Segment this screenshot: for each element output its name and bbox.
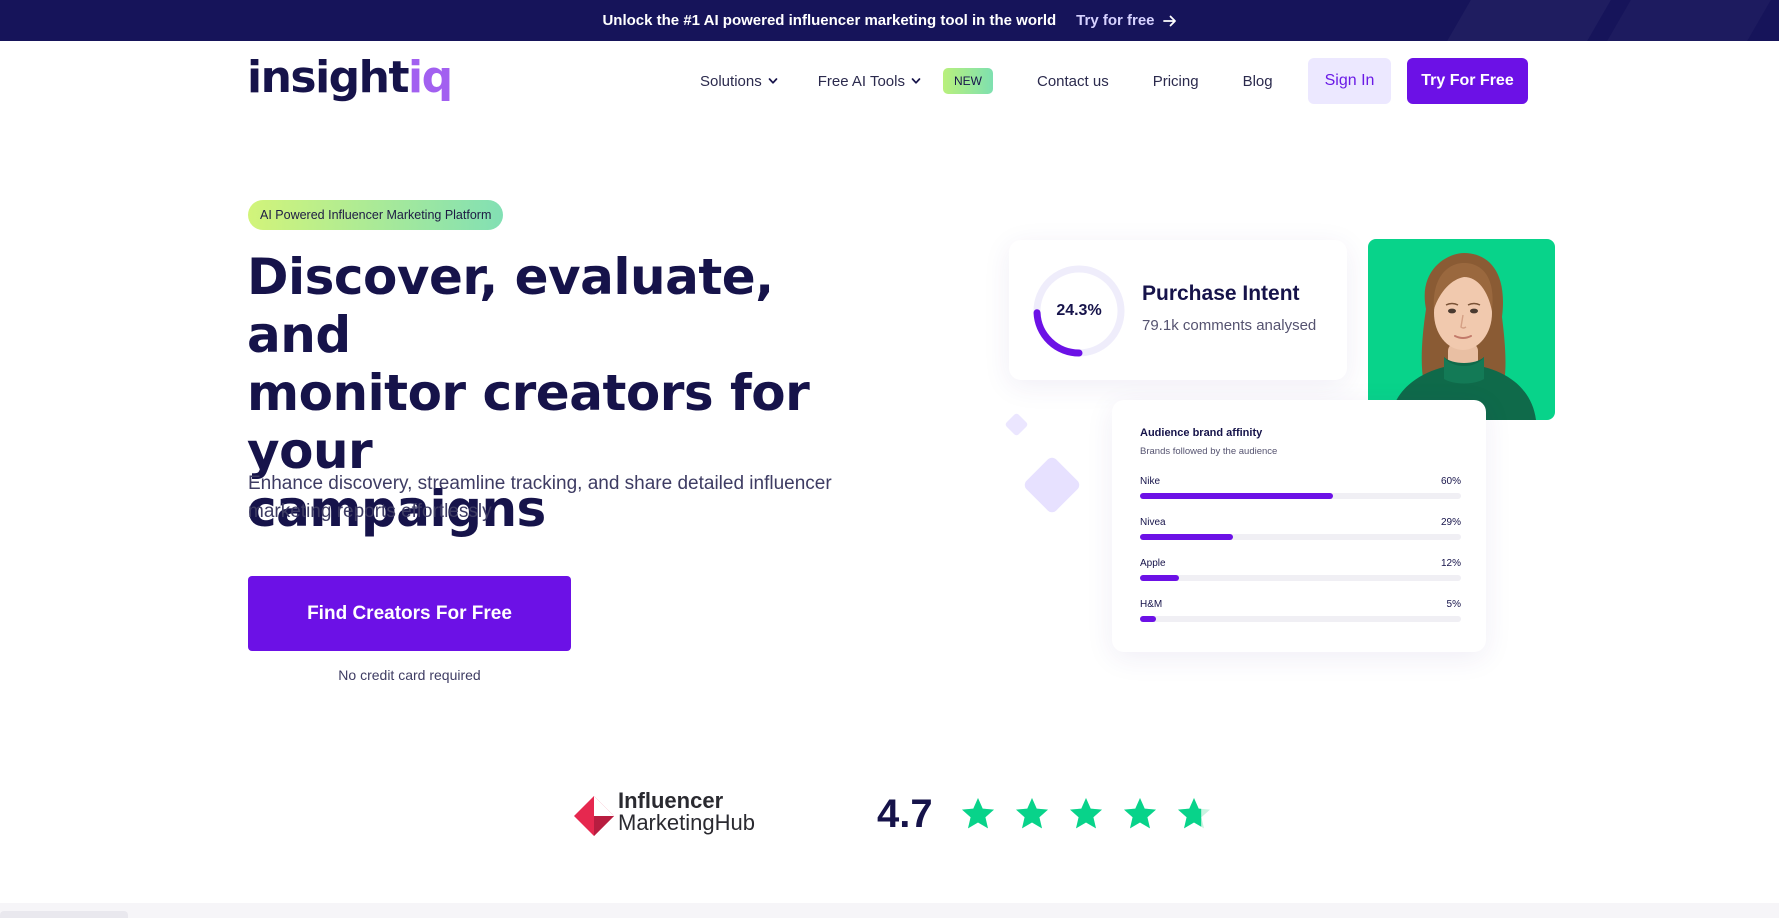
brand-bar-fill [1140,534,1234,540]
brand-bar-track [1140,493,1461,499]
brand-percentage: 29% [1440,517,1461,528]
star-icon [1016,798,1048,829]
purchase-intent-card: 24.3% Purchase Intent 79.1k comments ana… [1009,240,1347,380]
brand-bar-track [1140,616,1461,622]
chevron-down-icon [911,78,921,84]
creator-photo [1368,239,1555,420]
brand-bar-fill [1140,616,1157,622]
nav-label: Pricing [1152,72,1199,90]
sign-in-button[interactable]: Sign In [1308,58,1391,104]
nav-label: Free AI Tools [817,72,905,90]
nav-item-contact[interactable]: Contact us [1037,73,1109,90]
announcement-bar: Unlock the #1 AI powered influencer mark… [0,0,1779,41]
imh-diamond-icon [574,796,614,836]
decorative-diamond [1022,455,1082,515]
influencer-marketing-hub-logo[interactable]: Influencer MarketingHub [572,790,772,838]
nav-item-solutions[interactable]: Solutions [700,73,778,90]
brand-affinity-subtitle: Brands followed by the audience [1140,446,1278,457]
brand-name: H&M [1140,599,1163,610]
brand-bar-fill [1140,575,1179,581]
purchase-intent-ring: 24.3% [1032,264,1126,358]
brand-bar-track [1140,534,1461,540]
hero-subtext: Enhance discovery, streamline tracking, … [248,470,898,526]
rating-score: 4.7 [877,792,933,836]
imh-logo-line2: MarketingHub [618,810,755,835]
brand-percentage: 5% [1446,599,1461,610]
creator-portrait-image [1390,253,1536,420]
headline-line: monitor creators for your [247,364,810,480]
announcement-try-label: Try for free [1076,12,1155,29]
announcement-try-link[interactable]: Try for free [1076,12,1176,29]
purchase-intent-subtitle: 79.1k comments analysed [1142,317,1317,334]
star-icon [1070,798,1102,829]
subtext-line: marketing reports effortlessly [248,501,492,522]
platform-pill: AI Powered Influencer Marketing Platform [248,200,504,230]
brand-row-nivea: Nivea 29% [1140,517,1461,543]
brand-row-hm: H&M 5% [1140,599,1461,625]
new-badge: NEW [943,68,993,94]
logo-text-accent: iq [408,52,453,103]
logo-text-main: insight [247,52,410,103]
brand-name: Apple [1140,558,1166,569]
nav-item-blog[interactable]: Blog [1243,73,1273,90]
purchase-intent-value: 24.3% [1056,302,1102,319]
chevron-down-icon [768,78,778,84]
main-nav: Solutions Free AI Tools NEW Contact us P… [700,58,1273,104]
decorative-stripe [1607,0,1771,41]
nav-item-free-ai-tools[interactable]: Free AI Tools NEW [818,68,993,94]
brand-percentage: 12% [1440,558,1461,569]
decorative-stripe [1447,0,1611,41]
brand-affinity-card: Audience brand affinity Brands followed … [1112,400,1486,652]
brand-bar-fill [1140,493,1333,499]
rating-stars [960,796,1212,832]
nav-item-pricing[interactable]: Pricing [1153,73,1199,90]
brand-affinity-title: Audience brand affinity [1140,427,1263,439]
nav-label: Solutions [700,72,762,90]
no-credit-card-note: No credit card required [338,667,481,683]
imh-logo-line1: Influencer [618,788,724,813]
next-section-edge [0,903,1779,918]
decorative-diamond [1004,412,1029,437]
star-icon [1124,798,1156,829]
star-icon [962,798,994,829]
try-for-free-button[interactable]: Try For Free [1407,58,1528,104]
star-icon [1178,798,1210,829]
section-tab [0,911,128,918]
brand-row-apple: Apple 12% [1140,558,1461,584]
logo-wordmark: insightiq [247,52,453,103]
brand-name: Nike [1140,476,1161,487]
find-creators-button[interactable]: Find Creators For Free [248,576,571,651]
brand-name: Nivea [1140,517,1166,528]
brand-bar-track [1140,575,1461,581]
announcement-text: Unlock the #1 AI powered influencer mark… [602,12,1057,29]
brand-percentage: 60% [1440,476,1461,487]
insightiq-logo[interactable]: insightiq [247,56,453,106]
nav-label: Contact us [1037,72,1109,90]
nav-label: Blog [1242,72,1273,90]
subtext-line: Enhance discovery, streamline tracking, … [248,473,832,494]
brand-row-nike: Nike 60% [1140,476,1461,502]
arrow-right-icon [1162,15,1176,26]
headline-line: Discover, evaluate, and [247,248,774,364]
purchase-intent-title: Purchase Intent [1142,282,1300,305]
